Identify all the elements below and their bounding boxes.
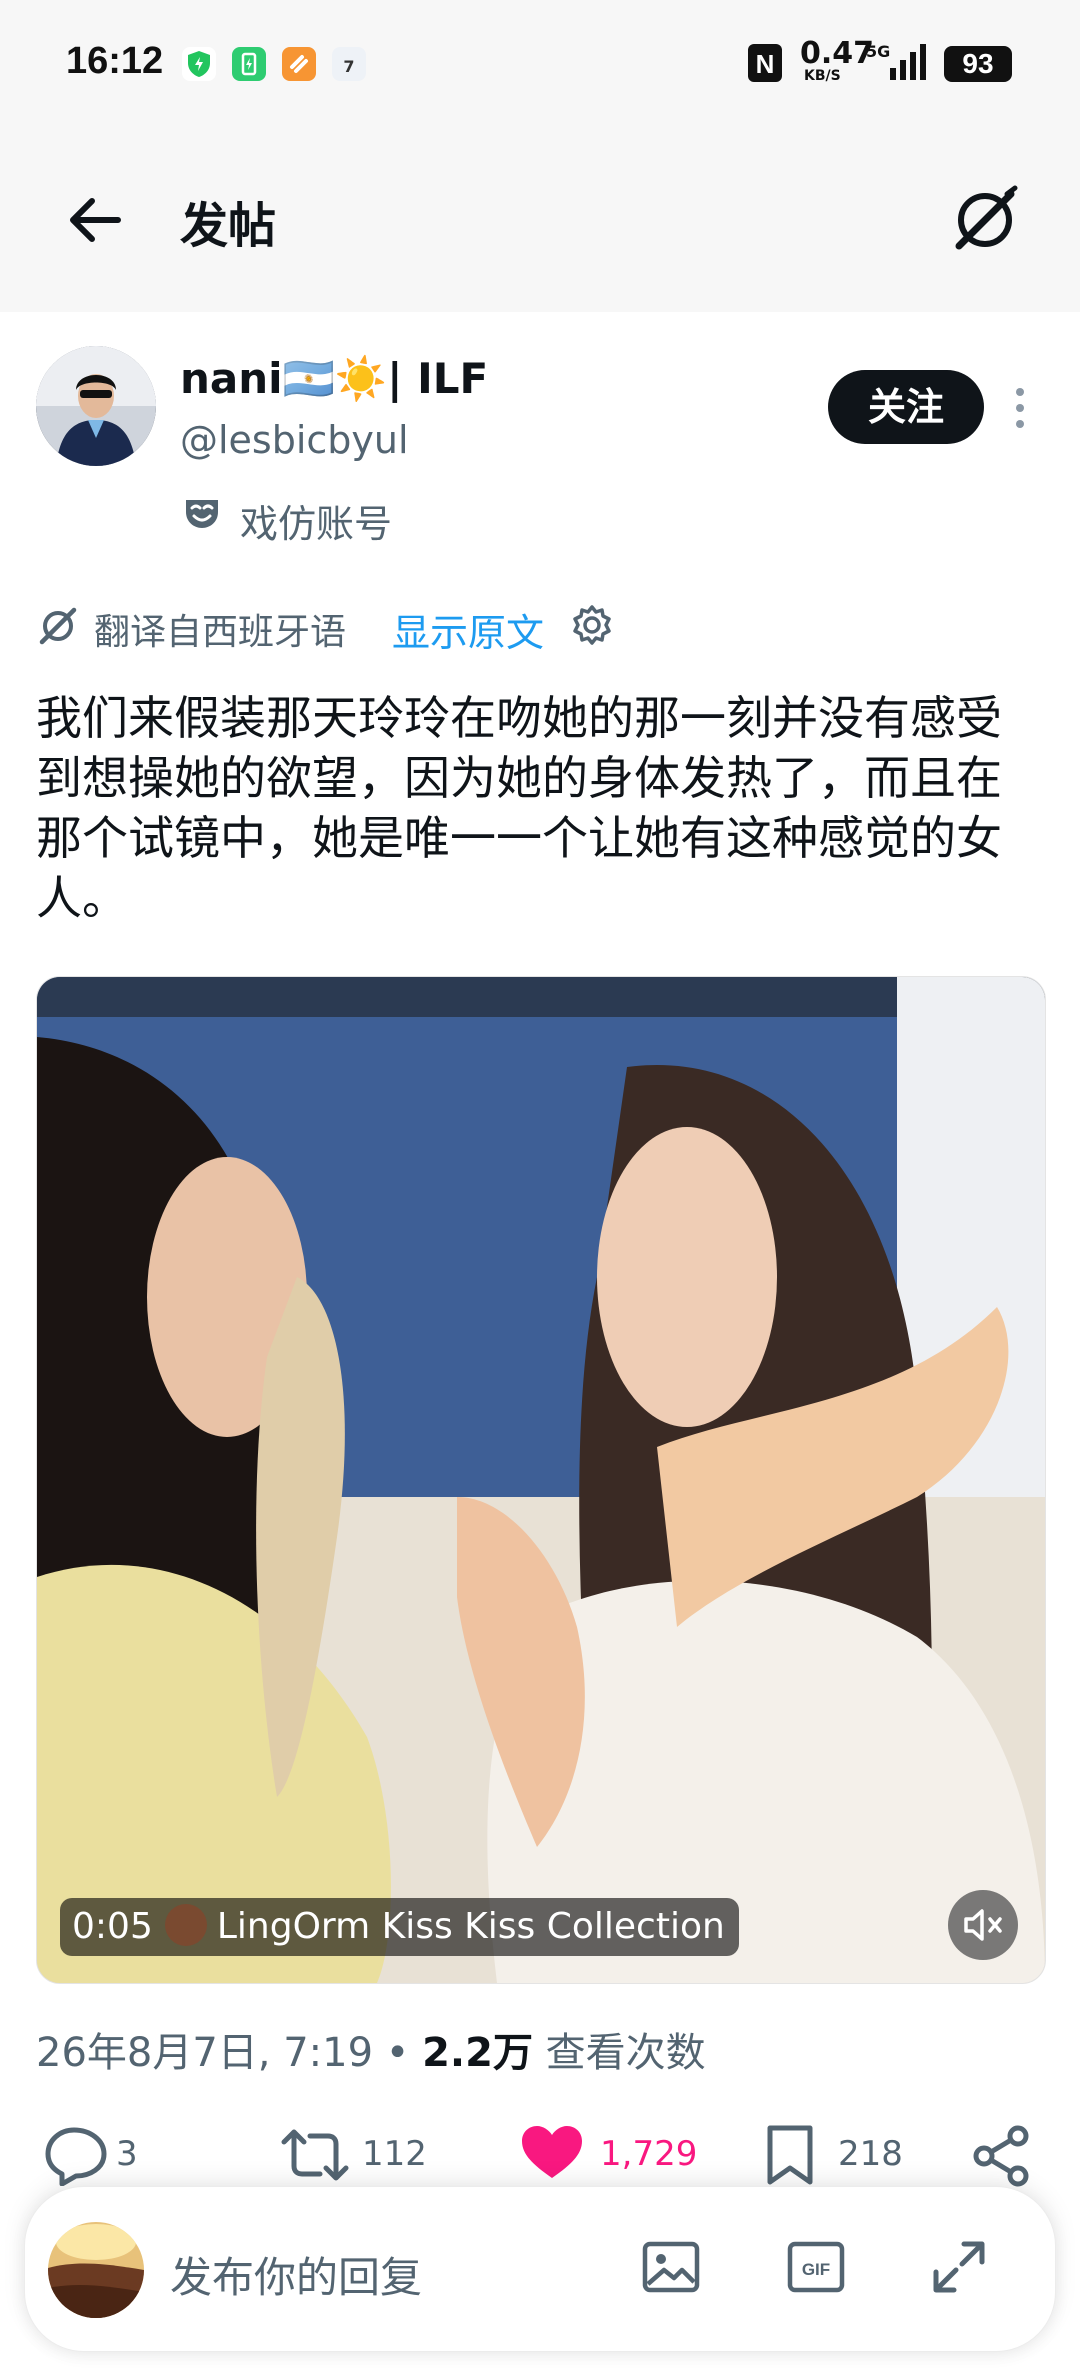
parody-account-label: 戏仿账号 (240, 502, 393, 546)
image-icon (642, 2241, 700, 2293)
arrow-left-icon (70, 198, 121, 242)
tweet-text: 我们来假装那天玲玲在吻她的那一刻并没有感受到想操她的欲望，因为她的身体发热了，而… (36, 691, 1002, 925)
calendar-icon: 7 (332, 47, 366, 81)
reply-count: 3 (116, 2134, 138, 2174)
video-source-avatar (164, 1904, 207, 1946)
bookmark-button[interactable]: 218 (762, 2118, 912, 2188)
svg-text:N: N (756, 49, 775, 79)
video-title: LingOrm Kiss Kiss Collection (216, 1906, 725, 1947)
translated-from-label: 翻译自西班牙语 (94, 612, 347, 653)
translation-settings-button[interactable] (570, 603, 614, 647)
nfc-icon: N (746, 42, 786, 84)
signal-icon (888, 42, 932, 82)
add-image-button[interactable] (640, 2236, 702, 2298)
video-frame (37, 977, 1045, 1983)
shield-icon (182, 47, 216, 81)
repost-button[interactable]: 112 (280, 2118, 440, 2188)
mask-icon (182, 492, 222, 532)
tweet-video[interactable] (36, 976, 1046, 1984)
expand-composer-button[interactable] (928, 2236, 990, 2298)
more-vertical-icon (1016, 388, 1024, 428)
speaker-muted-icon (964, 1909, 1002, 1941)
heart-filled-icon (522, 2126, 582, 2178)
meta-separator: • (385, 2030, 410, 2076)
mute-button[interactable] (948, 1890, 1018, 1960)
show-original-link[interactable]: 显示原文 (392, 602, 544, 657)
like-button[interactable]: 1,729 (520, 2118, 700, 2188)
gear-icon (573, 605, 611, 645)
gif-icon: GIF (787, 2241, 845, 2293)
repost-count: 112 (362, 2134, 427, 2174)
grok-translate-icon (36, 604, 80, 648)
user-avatar (48, 2222, 144, 2318)
repost-icon (281, 2129, 349, 2181)
back-button[interactable] (60, 185, 130, 255)
grok-icon (955, 185, 1018, 250)
page-title: 发帖 (180, 198, 277, 254)
author-name[interactable]: nani🇦🇷☀️| ILF (180, 354, 488, 404)
view-count: 2.2万 (422, 2030, 533, 2076)
reply-icon (45, 2127, 107, 2186)
add-gif-button[interactable]: GIF (785, 2236, 847, 2298)
battery-indicator: 93 (944, 46, 1012, 82)
views-label: 查看次数 (545, 2030, 706, 2076)
more-options-button[interactable] (1010, 386, 1030, 430)
video-info-badge: 0:05 LingOrm Kiss Kiss Collection (60, 1898, 739, 1956)
expand-icon (933, 2241, 985, 2293)
tweet-timestamp[interactable]: 26年8月7日, 7:19 (36, 2030, 373, 2076)
video-time: 0:05 (72, 1906, 153, 1947)
tweet-meta: 26年8月7日, 7:19 • 2.2万 查看次数 (36, 2020, 706, 2078)
svg-text:GIF: GIF (802, 2260, 830, 2279)
grok-button[interactable] (945, 180, 1025, 260)
battery-app-icon (232, 47, 266, 81)
author-avatar[interactable] (36, 346, 156, 466)
reply-button[interactable]: 3 (44, 2118, 184, 2188)
reply-input[interactable]: 发布你的回复 (170, 2244, 422, 2305)
author-handle[interactable]: @lesbicbyul (180, 418, 409, 462)
net-speed: 0.47 (800, 36, 875, 71)
bookmark-count: 218 (838, 2134, 903, 2174)
follow-button[interactable]: 关注 (828, 370, 984, 444)
top-app-bar (0, 130, 1080, 312)
share-button[interactable] (970, 2118, 1040, 2188)
share-icon (973, 2125, 1029, 2187)
like-count: 1,729 (600, 2134, 698, 2174)
network-type: 5G (866, 42, 891, 61)
status-time: 16:12 (66, 40, 164, 82)
bookmark-icon (767, 2125, 813, 2185)
net-speed-unit: KB/S (804, 68, 841, 84)
app-icon (282, 47, 316, 81)
